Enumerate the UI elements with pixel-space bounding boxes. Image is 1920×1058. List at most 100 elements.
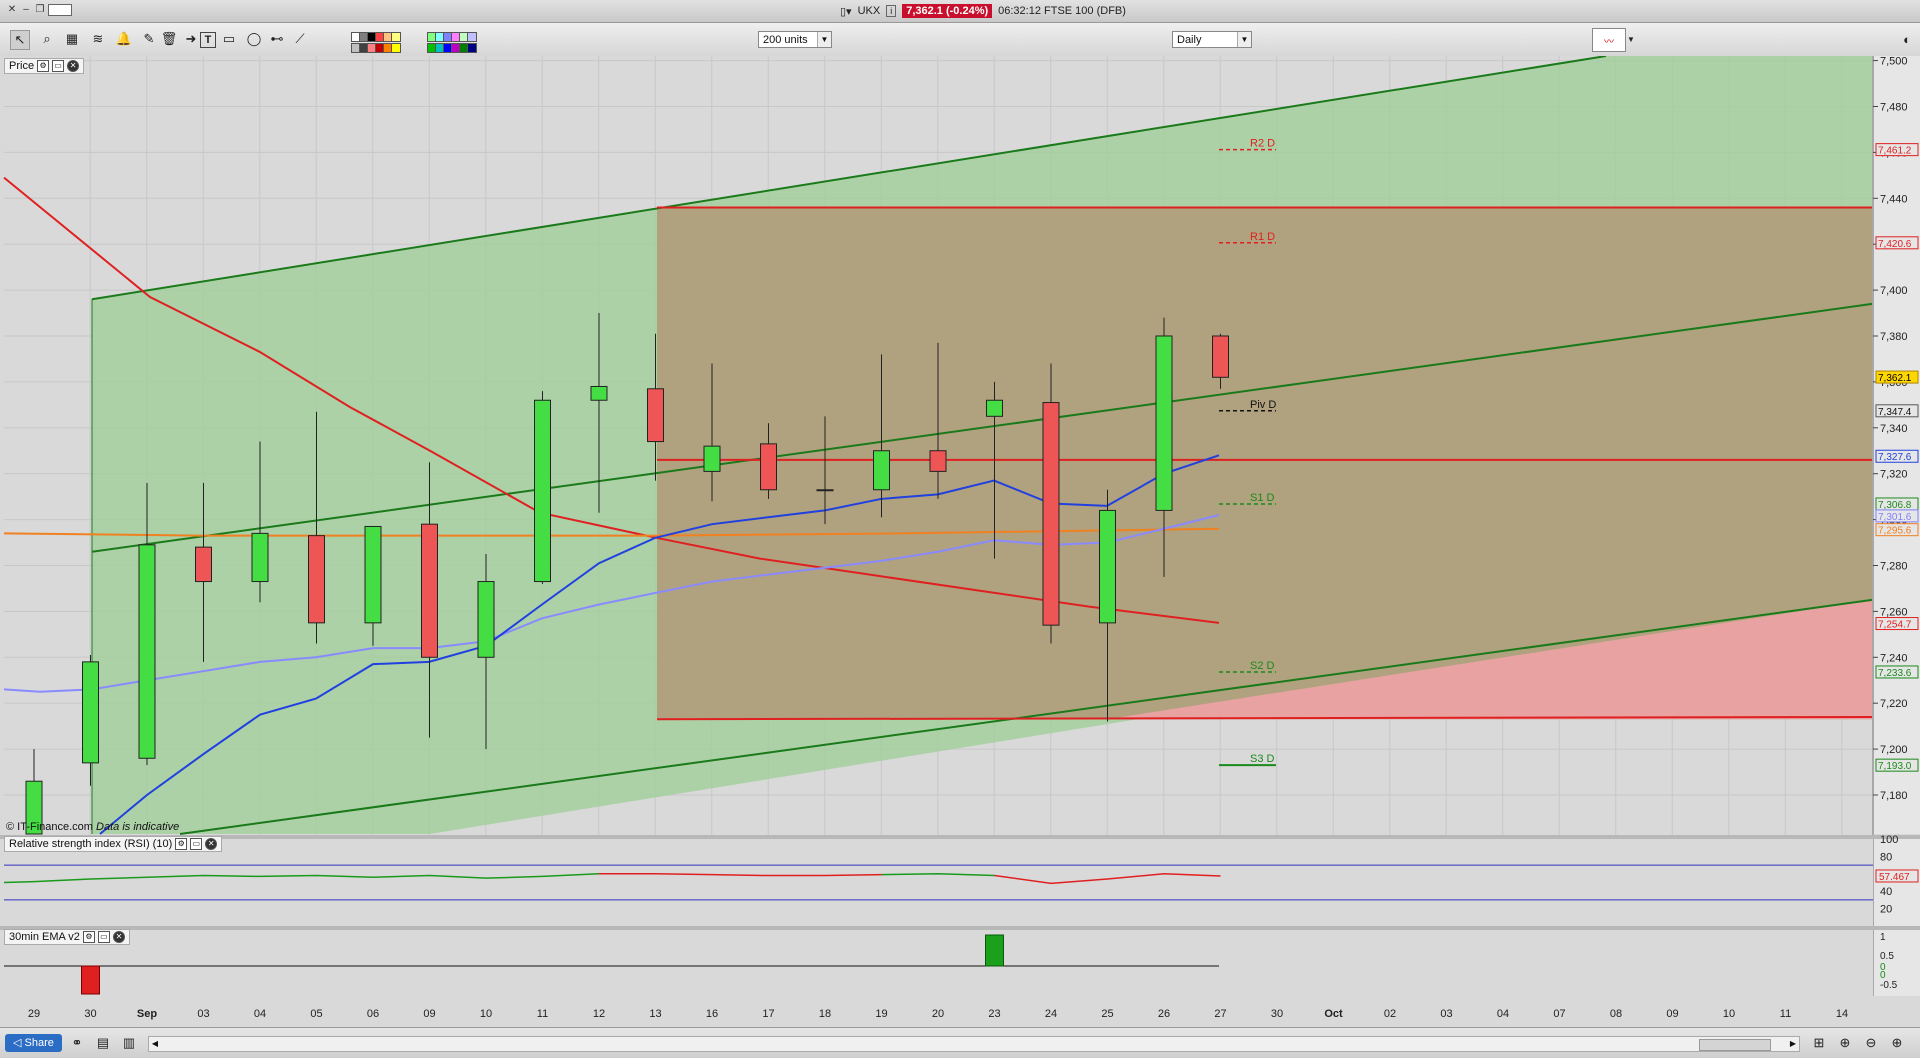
price-tick-label: 7,440 xyxy=(1880,193,1908,205)
color-swatch[interactable] xyxy=(391,43,401,53)
close-window-icon[interactable]: ✕ xyxy=(6,4,18,16)
ellipse-tool-icon[interactable]: ◯ xyxy=(245,30,263,48)
x-tick-label: 10 xyxy=(480,1008,492,1020)
panel-separator xyxy=(0,926,1920,930)
scroll-thumb[interactable] xyxy=(1699,1039,1771,1051)
candle-body xyxy=(251,532,269,583)
x-axis-bg xyxy=(0,996,1920,1006)
candle-body xyxy=(1099,509,1116,624)
price-tick-label: 7,400 xyxy=(1880,285,1908,297)
rsi-panel-label: Relative strength index (RSI) (10) ⚙ ▭ ✕ xyxy=(4,836,223,852)
candle-body xyxy=(477,581,495,658)
candle-body xyxy=(1155,335,1173,511)
close-icon[interactable]: ✕ xyxy=(205,838,218,850)
chevron-down-icon[interactable]: ▼ xyxy=(1626,30,1636,48)
x-tick-label: 12 xyxy=(593,1008,605,1020)
price-badge-text: 7,347.4 xyxy=(1878,407,1912,418)
candle-body xyxy=(929,450,947,472)
price-badge-text: 7,327.6 xyxy=(1878,452,1912,463)
instrument-header: ▯▾ UKX i 7,362.1 (-0.24%) 06:32:12 FTSE … xyxy=(840,3,1126,19)
candle-body xyxy=(82,661,99,764)
maximize-icon[interactable]: ▭ xyxy=(190,838,203,850)
calendar-icon[interactable]: ▤ xyxy=(94,1034,112,1052)
scroll-left-icon[interactable]: ◀ xyxy=(149,1037,161,1051)
price-tick-label: 7,480 xyxy=(1880,101,1908,113)
price-tick-label: 7,260 xyxy=(1880,606,1908,618)
chart-canvas[interactable]: R2 DR1 DPiv DS1 DS2 DS3 D7,5007,4807,460… xyxy=(0,55,1920,1026)
x-tick-label: 03 xyxy=(197,1008,209,1020)
x-tick-label: 20 xyxy=(932,1008,944,1020)
wrench-icon[interactable]: ⚙ xyxy=(82,931,95,943)
delete-tool-icon[interactable]: 🗑 xyxy=(160,30,178,48)
alert-bell-icon[interactable]: 🔔 xyxy=(115,30,133,48)
instrument-icon: ▯▾ xyxy=(840,5,852,18)
chart-properties-icon[interactable]: ▦ xyxy=(63,30,81,48)
keyboard-icon[interactable] xyxy=(48,4,72,16)
x-tick-label: 08 xyxy=(1610,1008,1622,1020)
history-icon[interactable]: ▥ xyxy=(120,1034,138,1052)
color-swatch[interactable] xyxy=(391,32,401,42)
price-tick-label: 7,240 xyxy=(1880,652,1908,664)
color-swatch[interactable] xyxy=(467,32,477,42)
chart-area[interactable]: R2 DR1 DPiv DS1 DS2 DS3 D7,5007,4807,460… xyxy=(0,55,1920,1020)
candle-body xyxy=(195,546,212,583)
trend-line-tool-icon[interactable]: ⟋ xyxy=(291,30,309,48)
raft-tool-icon[interactable]: ≋ xyxy=(89,30,107,48)
x-tick-label: 19 xyxy=(875,1008,887,1020)
x-tick-label: 18 xyxy=(819,1008,831,1020)
indicators-icon[interactable]: 〰 xyxy=(1592,28,1626,52)
x-tick-label: 16 xyxy=(706,1008,718,1020)
pointer-tool-icon[interactable]: ↖ xyxy=(10,30,30,50)
price-badge-text: 7,461.2 xyxy=(1878,146,1912,157)
price-tick-label: 7,320 xyxy=(1880,469,1908,481)
info-icon[interactable]: i xyxy=(886,5,897,17)
text-tool-icon[interactable]: T xyxy=(200,32,216,48)
window-titlebar: ✕ – ❐ ▯▾ UKX i 7,362.1 (-0.24%) 06:32:12… xyxy=(0,0,1920,23)
rsi-panel-title: Relative strength index (RSI) (10) xyxy=(9,838,173,850)
wrench-icon[interactable]: ⚙ xyxy=(37,60,50,72)
x-tick-label: 27 xyxy=(1214,1008,1226,1020)
chart-nav-icon[interactable]: ⊞ xyxy=(1810,1034,1828,1052)
scroll-right-icon[interactable]: ▶ xyxy=(1787,1037,1799,1051)
minimize-window-icon[interactable]: – xyxy=(20,4,32,16)
interval-select[interactable]: Daily ▼ xyxy=(1172,31,1252,48)
price-tick-label: 7,200 xyxy=(1880,744,1908,756)
share-button[interactable]: ◁ Share xyxy=(5,1034,62,1052)
share-label: Share xyxy=(24,1037,54,1049)
credit-note: Data is indicative xyxy=(96,821,180,833)
x-tick-label: Sep xyxy=(137,1008,157,1020)
rsi-badge-text: 57.467 xyxy=(1879,872,1910,883)
zoom-out-icon[interactable]: ⊖ xyxy=(1862,1034,1880,1052)
link-icon[interactable]: ⚭ xyxy=(68,1034,86,1052)
color-swatch[interactable] xyxy=(467,43,477,53)
wrench-icon[interactable]: ⚙ xyxy=(175,838,188,850)
ema-tick-label: -0.5 xyxy=(1880,980,1898,991)
restore-window-icon[interactable]: ❐ xyxy=(34,4,46,16)
x-tick-label: 26 xyxy=(1158,1008,1170,1020)
horizontal-line-tool-icon[interactable]: ⊷ xyxy=(268,30,286,48)
price-badge-text: 7,193.0 xyxy=(1878,761,1912,772)
maximize-icon[interactable]: ▭ xyxy=(97,931,110,943)
price-badge-text: 7,362.1 xyxy=(1878,373,1912,384)
wrench-tool-icon[interactable]: ✎ xyxy=(140,30,158,48)
x-tick-label: 07 xyxy=(1553,1008,1565,1020)
ema-panel-bg xyxy=(0,930,1873,996)
candle-body xyxy=(703,445,721,472)
ema-panel-label: 30min EMA v2 ⚙ ▭ ✕ xyxy=(4,929,130,945)
x-tick-label: 04 xyxy=(254,1008,266,1020)
close-icon[interactable]: ✕ xyxy=(67,60,80,72)
zoom-in-icon[interactable]: ⊕ xyxy=(1888,1034,1906,1052)
units-select[interactable]: 200 units ▼ xyxy=(758,31,832,48)
x-tick-label: 09 xyxy=(1666,1008,1678,1020)
settings-icon[interactable]: ◐ xyxy=(1898,30,1916,48)
horizontal-scrollbar[interactable]: ◀ ▶ xyxy=(148,1036,1800,1052)
rectangle-tool-icon[interactable]: ▭ xyxy=(220,30,238,48)
x-tick-label: 29 xyxy=(28,1008,40,1020)
pivot-label: S1 D xyxy=(1250,492,1275,504)
x-tick-label: 14 xyxy=(1836,1008,1848,1020)
close-icon[interactable]: ✕ xyxy=(112,931,125,943)
zoom-tool-icon[interactable]: ⌕ xyxy=(38,30,56,48)
maximize-icon[interactable]: ▭ xyxy=(52,60,65,72)
arrow-tool-icon[interactable]: ➜ xyxy=(182,30,200,48)
zoom-fit-icon[interactable]: ⊕ xyxy=(1836,1034,1854,1052)
